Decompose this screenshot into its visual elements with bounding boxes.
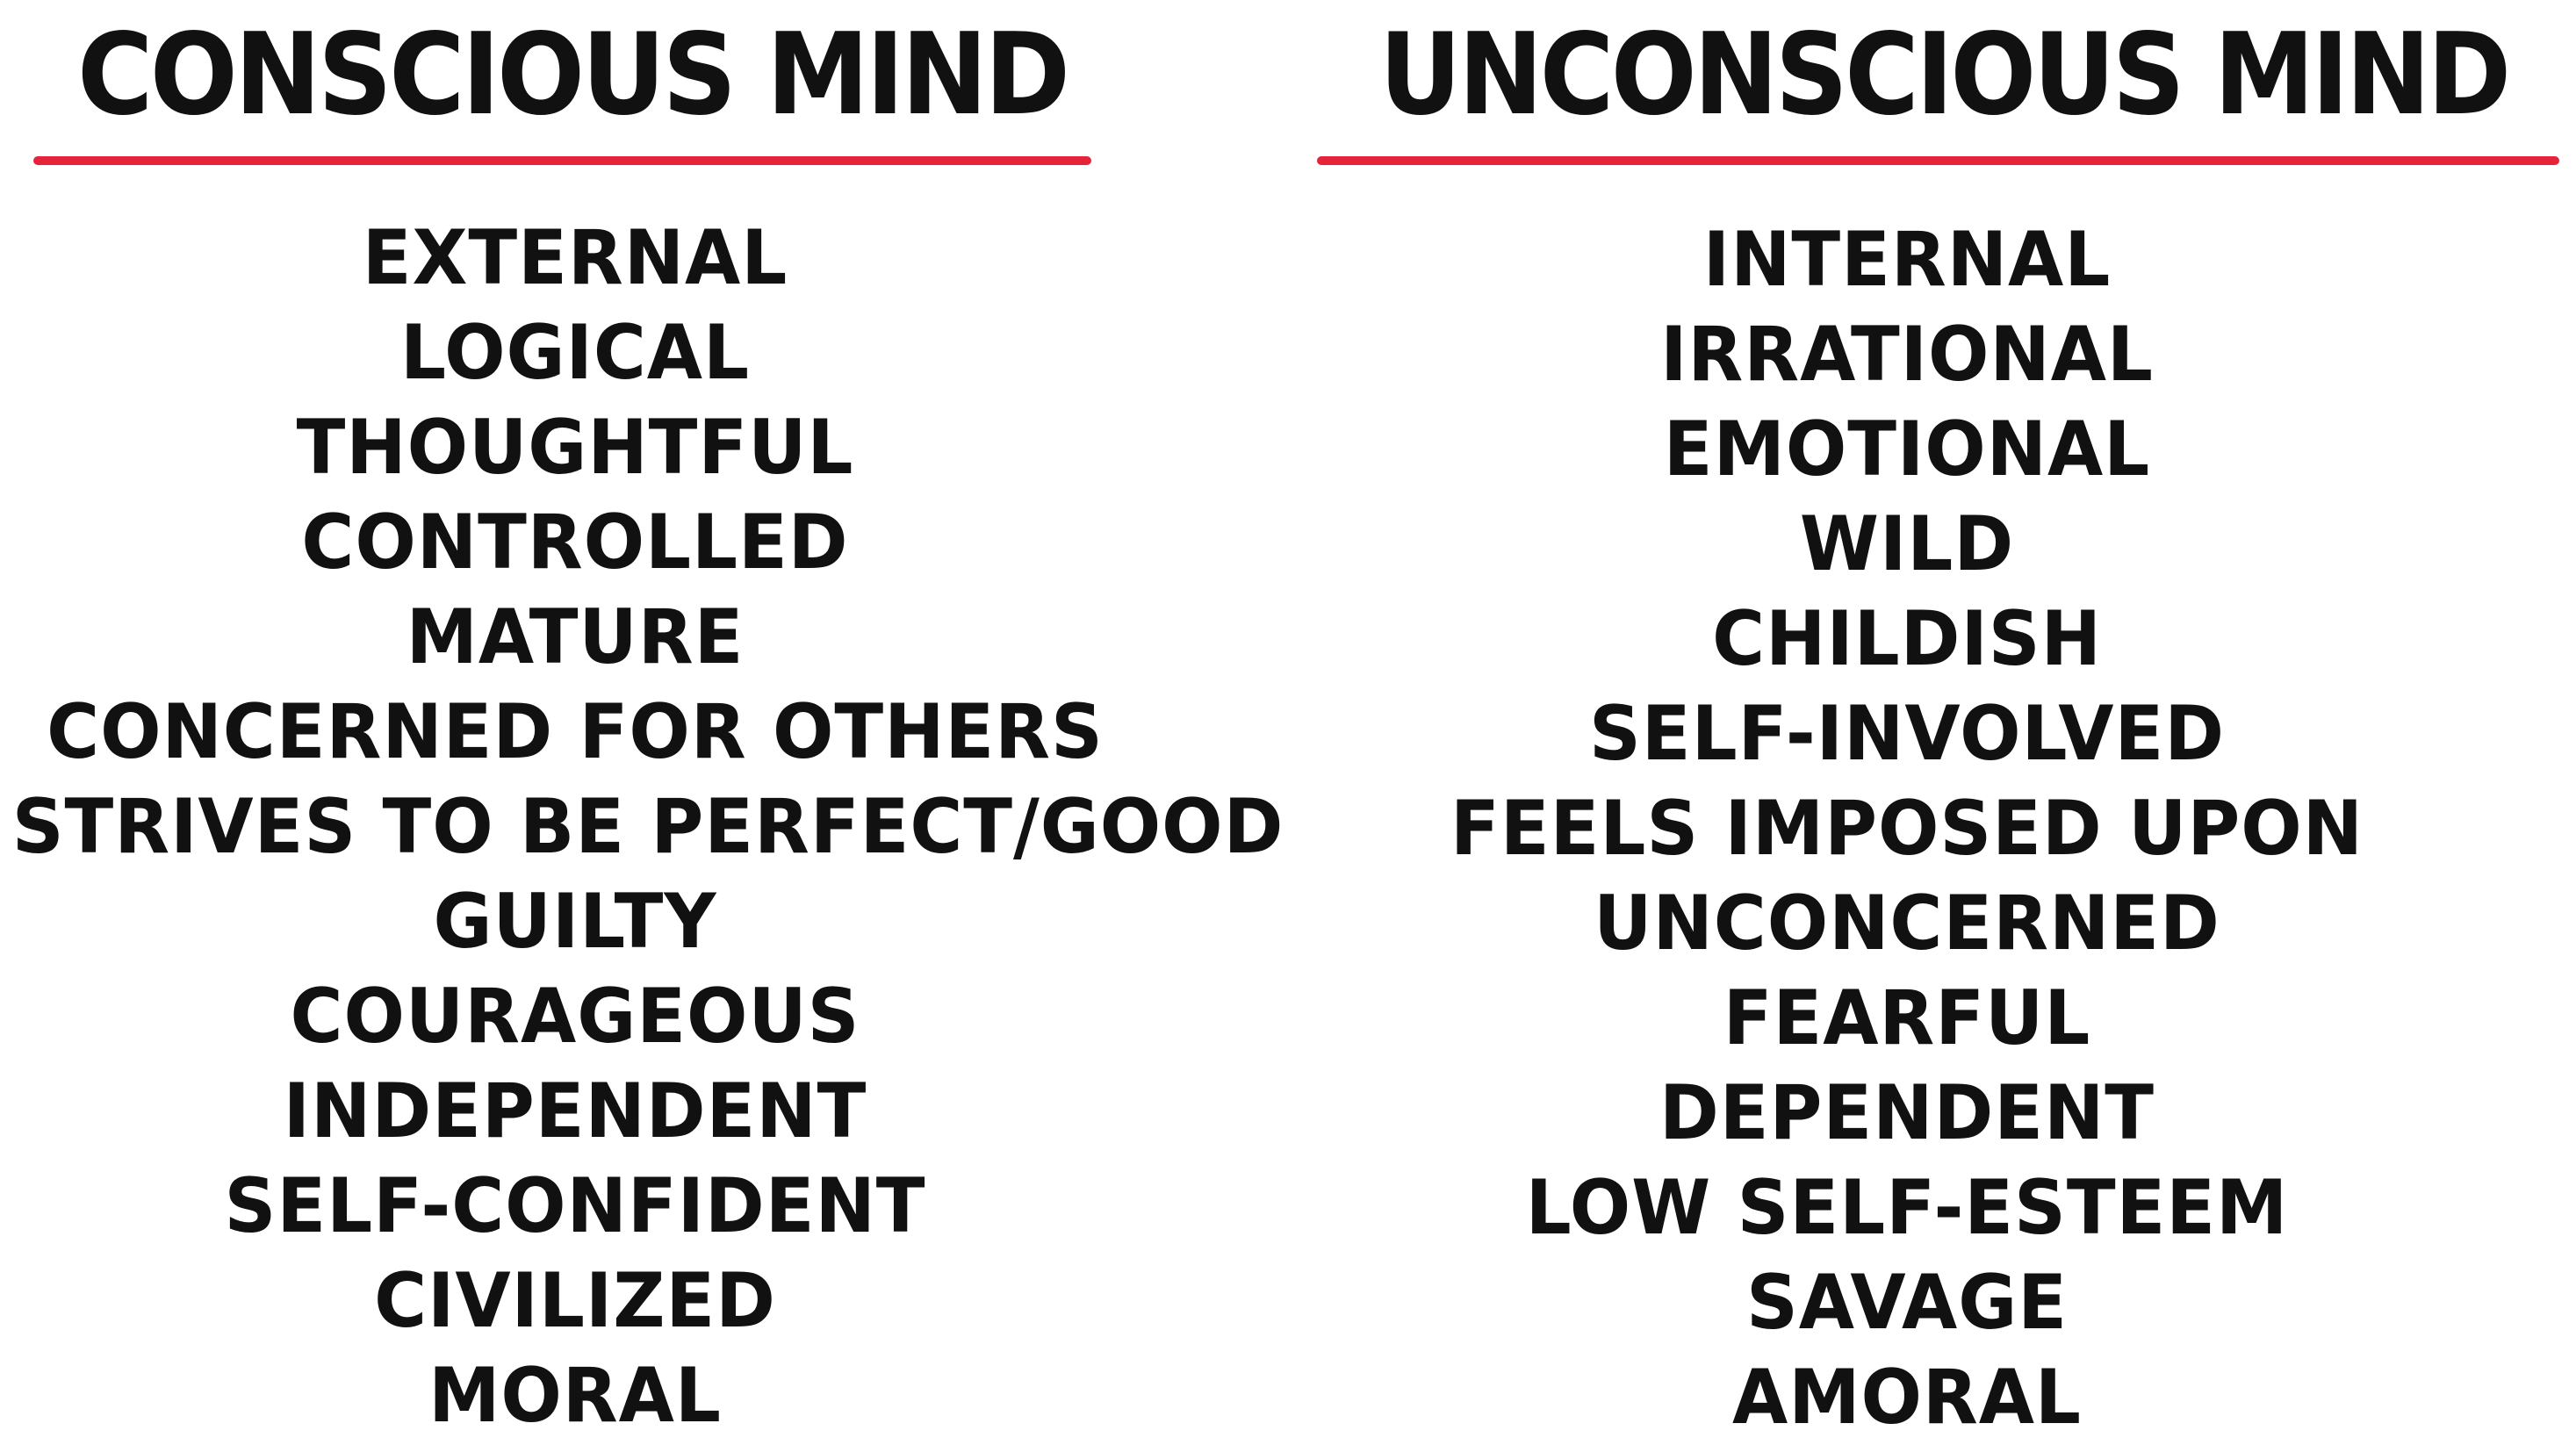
- unconscious-mind-heading: UNCONSCIOUS MIND: [1379, 10, 2511, 140]
- list-item: CONTROLLED: [301, 499, 849, 586]
- list-item: MATURE: [406, 593, 745, 681]
- list-item: INTERNAL: [1702, 216, 2112, 304]
- list-item: INDEPENDENT: [283, 1068, 867, 1155]
- list-item: CHILDISH: [1712, 595, 2102, 683]
- unconscious-mind-traits: INTERNAL IRRATIONAL EMOTIONAL WILD CHILD…: [1273, 212, 2541, 1445]
- list-item: SELF-INVOLVED: [1589, 690, 2225, 778]
- list-item: DEPENDENT: [1659, 1069, 2155, 1157]
- list-item: COURAGEOUS: [290, 973, 860, 1060]
- list-item: IRRATIONAL: [1660, 311, 2154, 399]
- conscious-mind-traits: EXTERNAL LOGICAL THOUGHTFUL CONTROLLED M…: [0, 211, 1284, 1443]
- list-item: CONCERNED FOR OTHERS: [47, 688, 1104, 776]
- list-item: UNCONCERNED: [1594, 880, 2220, 967]
- list-item: AMORAL: [1732, 1354, 2082, 1441]
- list-item: FEARFUL: [1723, 974, 2091, 1062]
- list-item: CIVILIZED: [374, 1257, 776, 1345]
- list-item: FEELS IMPOSED UPON: [1450, 785, 2364, 873]
- conscious-mind-underline: [33, 156, 1091, 165]
- list-item: WILD: [1799, 500, 2015, 588]
- list-item: LOGICAL: [400, 309, 750, 397]
- conscious-mind-heading: CONSCIOUS MIND: [77, 10, 1070, 140]
- list-item: MORAL: [428, 1352, 722, 1440]
- list-item: SELF-CONFIDENT: [224, 1162, 926, 1250]
- list-item: GUILTY: [433, 878, 717, 966]
- list-item: EXTERNAL: [362, 214, 788, 302]
- list-item: SAVAGE: [1745, 1259, 2069, 1347]
- unconscious-mind-column: UNCONSCIOUS MIND INTERNAL IRRATIONAL EMO…: [1308, 0, 2576, 1441]
- list-item: EMOTIONAL: [1663, 406, 2151, 493]
- conscious-mind-column: CONSCIOUS MIND EXTERNAL LOGICAL THOUGHTF…: [0, 0, 1284, 1441]
- list-item: LOW SELF-ESTEEM: [1525, 1164, 2289, 1252]
- list-item: THOUGHTFUL: [296, 404, 854, 492]
- unconscious-mind-underline: [1317, 156, 2559, 165]
- list-item: STRIVES TO BE PERFECT/GOOD: [11, 783, 1284, 871]
